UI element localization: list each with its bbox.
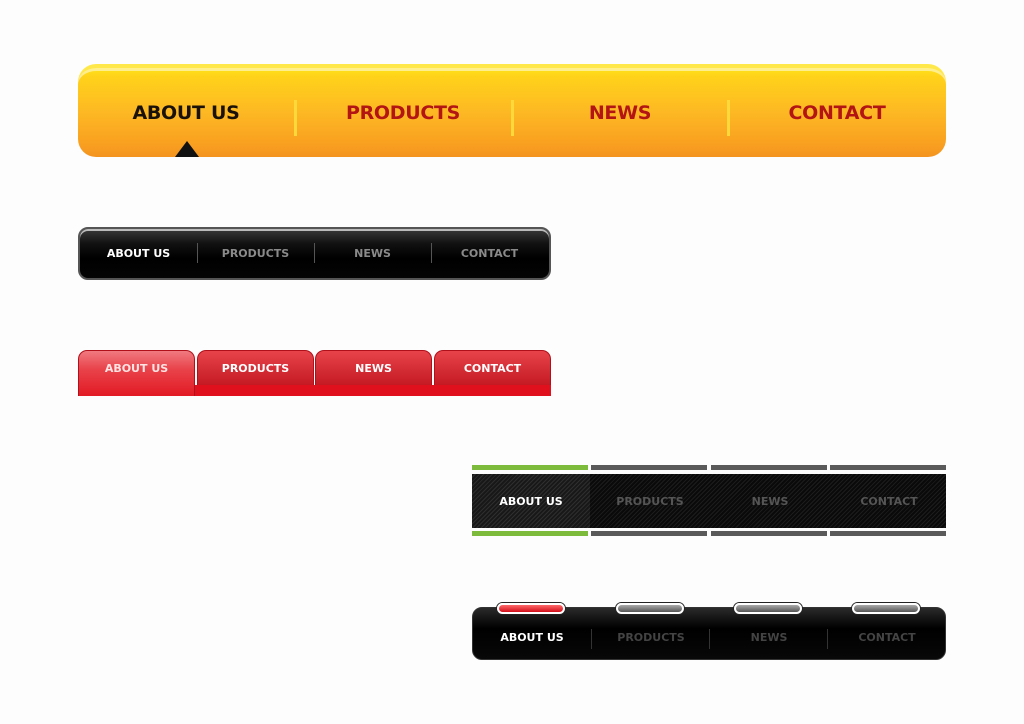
divider bbox=[827, 629, 828, 649]
bottom-indicator-bar bbox=[591, 531, 707, 536]
nav-item-news[interactable]: NEWS bbox=[512, 68, 728, 157]
indicator-pill bbox=[852, 603, 920, 614]
nav-item-contact[interactable]: CONTACT bbox=[828, 614, 946, 661]
top-indicator-bar bbox=[830, 465, 946, 470]
tab-about-us[interactable]: ABOUT US bbox=[78, 350, 195, 396]
nav-item-about-us[interactable]: ABOUT US bbox=[473, 614, 591, 661]
orange-nav-bar: ABOUT US PRODUCTS NEWS CONTACT bbox=[78, 64, 946, 157]
nav-item-contact[interactable]: CONTACT bbox=[431, 229, 548, 278]
top-indicator-bar bbox=[711, 465, 827, 470]
indicator-pill bbox=[497, 603, 565, 614]
carbon-nav-bar: ABOUT US PRODUCTS NEWS CONTACT bbox=[472, 465, 946, 536]
divider bbox=[727, 100, 730, 136]
divider bbox=[197, 243, 198, 263]
pill-nav-body: ABOUT US PRODUCTS NEWS CONTACT bbox=[472, 607, 946, 660]
carbon-nav-body: ABOUT US PRODUCTS NEWS CONTACT bbox=[472, 474, 946, 528]
nav-item-products[interactable]: PRODUCTS bbox=[295, 68, 511, 157]
top-indicator-bar bbox=[591, 465, 707, 470]
divider bbox=[294, 100, 297, 136]
divider bbox=[591, 629, 592, 649]
nav-item-about-us[interactable]: ABOUT US bbox=[472, 474, 590, 528]
divider bbox=[511, 100, 514, 136]
nav-item-contact[interactable]: CONTACT bbox=[830, 474, 948, 528]
nav-item-news[interactable]: NEWS bbox=[710, 614, 828, 661]
nav-item-contact[interactable]: CONTACT bbox=[729, 68, 945, 157]
divider bbox=[314, 243, 315, 263]
divider bbox=[709, 629, 710, 649]
pill-nav-bar: ABOUT US PRODUCTS NEWS CONTACT bbox=[472, 603, 946, 660]
bottom-indicator-bar bbox=[711, 531, 827, 536]
tab-news[interactable]: NEWS bbox=[315, 350, 432, 385]
black-nav-bar: ABOUT US PRODUCTS NEWS CONTACT bbox=[78, 227, 551, 280]
nav-item-news[interactable]: NEWS bbox=[314, 229, 431, 278]
divider bbox=[431, 243, 432, 263]
tab-contact[interactable]: CONTACT bbox=[434, 350, 551, 385]
bottom-indicator-bar bbox=[830, 531, 946, 536]
nav-item-about-us[interactable]: ABOUT US bbox=[78, 68, 294, 157]
bottom-indicator-bar bbox=[472, 531, 588, 536]
nav-item-products[interactable]: PRODUCTS bbox=[197, 229, 314, 278]
red-tab-nav: ABOUT US PRODUCTS NEWS CONTACT bbox=[78, 350, 551, 396]
tab-products[interactable]: PRODUCTS bbox=[197, 350, 314, 385]
nav-item-products[interactable]: PRODUCTS bbox=[591, 474, 709, 528]
indicator-pill bbox=[616, 603, 684, 614]
indicator-pill bbox=[734, 603, 802, 614]
nav-item-about-us[interactable]: ABOUT US bbox=[80, 229, 197, 278]
top-indicator-bar bbox=[472, 465, 588, 470]
nav-item-news[interactable]: NEWS bbox=[711, 474, 829, 528]
nav-item-products[interactable]: PRODUCTS bbox=[592, 614, 710, 661]
